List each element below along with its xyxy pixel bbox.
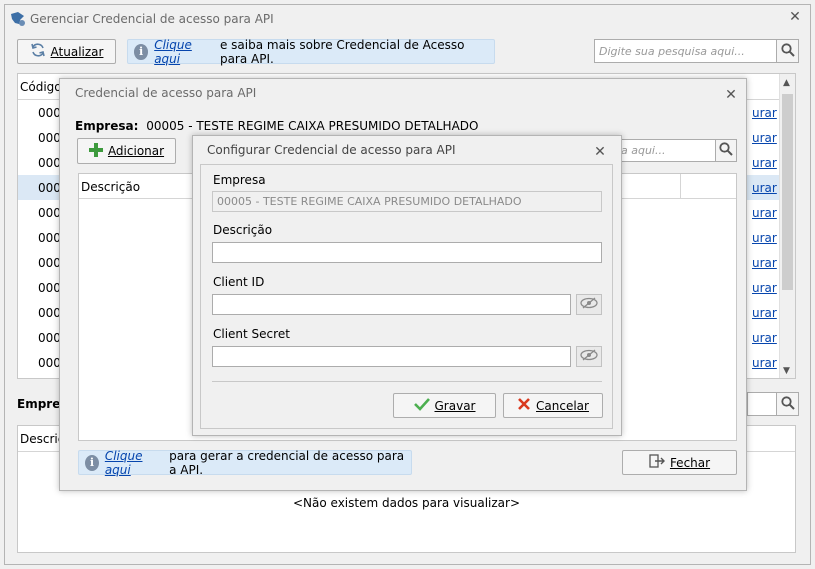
add-label: Adicionar [107,144,165,158]
main-search-input[interactable]: Digite sua pesquisa aqui... [594,39,777,63]
credencial-empresa-value: 00005 - TESTE REGIME CAIXA PRESUMIDO DET… [146,119,479,133]
grid-col-divider [680,174,681,199]
cancel-x-icon [517,397,531,414]
app-logo-icon [9,11,27,27]
grid-header-code: Código [20,80,62,94]
config-close-icon[interactable]: ✕ [593,145,607,159]
grid-header-descricao: Descrição [81,180,141,194]
main-close-icon[interactable]: ✕ [788,10,802,24]
plus-icon [88,142,103,160]
refresh-button[interactable]: Atualizar [17,39,116,64]
credencial-titlebar: Credencial de acesso para API [60,79,746,107]
config-separator [212,381,602,382]
config-client-id-label: Client ID [213,275,265,289]
credencial-title: Credencial de acesso para API [75,86,257,100]
credencial-info-link[interactable]: Clique aqui [105,449,163,477]
row-action-link[interactable]: urar [752,106,777,120]
scroll-thumb[interactable] [782,94,793,290]
row-action-link[interactable]: urar [752,281,777,295]
info-icon: i [85,454,99,471]
add-button[interactable]: Adicionar [77,138,176,164]
search-icon [780,42,795,60]
row-action-link[interactable]: urar [752,231,777,245]
row-action-link[interactable]: urar [752,131,777,145]
config-descricao-input[interactable] [212,242,602,263]
config-panel: Empresa 00005 - TESTE REGIME CAIXA PRESU… [200,164,613,429]
config-empresa-field: 00005 - TESTE REGIME CAIXA PRESUMIDO DET… [212,191,602,212]
fechar-label: Fechar [669,455,711,470]
credencial-search-input[interactable]: a aqui... [616,139,716,162]
scroll-down-icon[interactable]: ▼ [783,366,790,376]
refresh-icon [30,42,46,61]
save-label: Gravar [434,398,476,413]
main-bottom-search-input[interactable] [747,392,777,416]
main-info-link[interactable]: Clique aqui [154,38,214,66]
credencial-search-button[interactable] [715,139,737,162]
config-client-secret-label: Client Secret [213,327,290,341]
main-search-button[interactable] [776,39,799,63]
credencial-empresa-label: Empresa: [75,119,139,133]
credencial-info-text: para gerar a credencial de acesso para a… [169,448,405,477]
config-empresa-label: Empresa [213,173,266,187]
main-info-banner: i Clique aqui e saiba mais sobre Credenc… [127,37,495,66]
credencial-close-icon[interactable]: ✕ [724,88,738,102]
row-action-link[interactable]: urar [752,356,777,370]
toggle-client-secret-visibility[interactable] [576,346,602,367]
info-icon: i [134,43,149,60]
config-descricao-label: Descrição [213,223,273,237]
config-title: Configurar Credencial de acesso para API [207,143,456,157]
main-bottom-search-button[interactable] [776,392,799,416]
search-icon [719,142,733,159]
row-action-link[interactable]: urar [752,256,777,270]
no-data-message: <Não existem dados para visualizar> [292,496,520,510]
main-info-text: e saiba mais sobre Credencial de Acesso … [219,37,465,66]
credencial-info-banner: i Clique aqui para gerar a credencial de… [78,448,412,477]
row-action-link[interactable]: urar [752,331,777,345]
credencial-empresa-row: Empresa: 00005 - TESTE REGIME CAIXA PRES… [75,119,478,133]
fechar-button[interactable]: Fechar [622,450,737,475]
row-action-link[interactable]: urar [752,206,777,220]
config-client-secret-input[interactable] [212,346,571,367]
row-action-link[interactable]: urar [752,181,777,195]
row-action-link[interactable]: urar [752,306,777,320]
search-icon [780,395,795,413]
toggle-client-id-visibility[interactable] [576,294,602,315]
eye-slash-icon [580,297,598,312]
main-titlebar: Gerenciar Credencial de acesso para API [5,5,810,33]
check-icon [413,397,430,414]
refresh-label: Atualizar [50,44,104,59]
main-grid-scrollbar[interactable]: ▲ ▼ [779,74,795,378]
row-action-link[interactable]: urar [752,156,777,170]
config-client-id-input[interactable] [212,294,571,315]
exit-icon [649,454,665,471]
cancel-label: Cancelar [536,398,589,413]
config-dialog: Configurar Credencial de acesso para API… [192,135,622,436]
scroll-up-icon[interactable]: ▲ [783,78,790,88]
config-titlebar: Configurar Credencial de acesso para API [193,136,621,164]
eye-slash-icon [580,349,598,364]
main-title: Gerenciar Credencial de acesso para API [30,12,274,26]
save-button[interactable]: Gravar [393,393,496,418]
cancel-button[interactable]: Cancelar [503,393,603,418]
